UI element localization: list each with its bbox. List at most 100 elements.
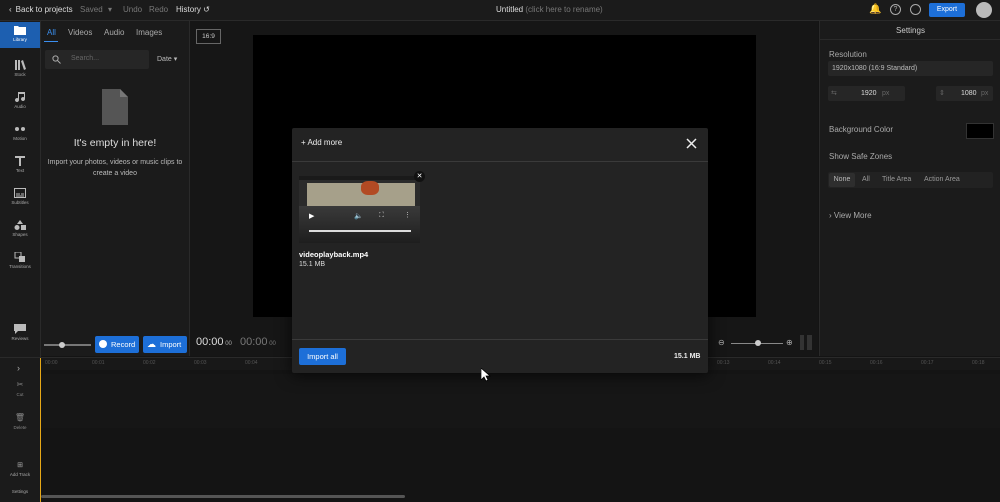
tick-label: 00:04 [245,360,258,366]
video-thumbnail[interactable]: ▶ 🔈 ⛶ ⋮ [299,176,420,243]
add-track-icon: ⊞ [17,462,23,469]
chevron-left-icon: ‹ [9,5,12,14]
fullscreen-icon[interactable]: ⛶ [379,212,384,220]
nav-shapes[interactable]: Shapes [0,217,40,243]
safe-zones-toggle: None All Title Area Action Area [828,172,993,188]
aspect-ratio-button[interactable]: 16:9 [196,29,221,44]
tab-images[interactable]: Images [136,28,162,37]
top-bar: ‹ Back to projects Saved ▾ Undo Redo Hist… [0,0,1000,21]
back-to-projects-link[interactable]: ‹ Back to projects [9,5,73,14]
tab-audio[interactable]: Audio [104,28,124,37]
timeline-zoom-handle[interactable] [755,340,761,346]
search-placeholder: Search... [71,55,100,62]
nav-motion[interactable]: Motion [0,121,40,147]
nav-audio[interactable]: Audio [0,89,40,115]
language-globe-icon[interactable] [910,4,921,15]
current-time: 00:00 00 [196,336,232,348]
scissors-icon: ✂ [16,380,24,389]
nav-transitions[interactable]: Transitions [0,249,40,275]
tab-all[interactable]: All [47,28,56,37]
tab-videos[interactable]: Videos [68,28,92,37]
tick-label: 00:13 [717,360,730,366]
chevron-down-icon: ▾ [173,56,178,63]
tick-label: 00:16 [870,360,883,366]
resolution-select[interactable]: 1920x1080 (16:9 Standard) [828,61,993,76]
width-input[interactable]: ⇆ 1920 px [828,86,905,101]
music-icon [15,92,26,102]
tick-label: 00:17 [921,360,934,366]
divider [820,39,1000,40]
close-icon[interactable] [686,138,697,149]
history-button[interactable]: History ↺ [176,5,210,14]
export-button[interactable]: Export [929,3,965,17]
subtitles-icon [14,188,26,198]
plus-icon: + [301,138,306,147]
more-vertical-icon[interactable]: ⋮ [404,211,411,219]
timeline-settings-button[interactable]: Settings [0,489,40,494]
thumbnail-progress-bar [309,230,411,232]
reviews-icon [14,324,26,334]
zoom-in-icon[interactable]: ⊕ [786,338,793,347]
playhead[interactable] [40,358,41,502]
cut-button[interactable]: ✂ Cut [0,380,40,398]
redo-button[interactable]: Redo [149,5,168,14]
transitions-icon [14,252,25,262]
add-more-button[interactable]: + Add more [301,138,342,147]
saved-dropdown-icon[interactable]: ▾ [108,5,112,14]
timeline-zoom-slider[interactable] [731,340,783,346]
import-all-button[interactable]: Import all [299,348,346,365]
view-more-toggle[interactable]: › View More [829,211,872,220]
zoom-slider[interactable] [44,342,91,348]
volume-icon[interactable]: 🔈 [354,212,363,220]
empty-file-icon [102,89,128,125]
fit-icon[interactable] [800,335,804,350]
folder-icon [14,26,26,35]
sort-dropdown[interactable]: Date ▾ [157,55,177,63]
avatar[interactable] [976,2,992,18]
record-button[interactable]: Record [95,336,139,353]
background-color-label: Background Color [829,125,894,134]
nav-stock[interactable]: Stock [0,57,40,83]
safe-zone-all[interactable]: All [862,173,870,187]
safe-zones-label: Show Safe Zones [829,152,893,161]
nav-library[interactable]: Library [0,22,40,48]
timeline-toolbar: › ✂ Cut 🗑 Delete ⊞ Add Track Settings [0,358,41,502]
safe-zone-title-area[interactable]: Title Area [882,173,911,187]
library-panel: All Videos Audio Images Search... Date ▾… [41,21,190,356]
add-track-button[interactable]: ⊞ Add Track [0,461,40,478]
height-input[interactable]: ⇕ 1080 px [936,86,993,101]
safe-zone-action-area[interactable]: Action Area [924,173,960,187]
fit-icon-right[interactable] [807,335,812,350]
safe-zone-none[interactable]: None [829,173,855,187]
saved-status: Saved [80,5,103,14]
bell-icon[interactable]: 🔔 [869,4,881,15]
help-icon[interactable]: ? [890,4,901,15]
search-input[interactable]: Search... [45,50,149,69]
timeline: › ✂ Cut 🗑 Delete ⊞ Add Track Settings 00… [0,357,1000,502]
delete-button[interactable]: 🗑 Delete [0,413,40,431]
search-icon [52,55,61,64]
zoom-slider-handle[interactable] [59,342,65,348]
history-icon: ↺ [203,5,210,14]
zoom-out-icon[interactable]: ⊖ [718,338,725,347]
nav-text[interactable]: Text [0,153,40,179]
total-size: 15.1 MB [674,353,701,360]
timeline-scrollbar[interactable] [41,495,405,498]
remove-file-icon[interactable]: ✕ [414,171,425,182]
total-time: 00:00 00 [240,336,276,348]
tick-label: 00:02 [143,360,156,366]
background-color-swatch[interactable] [966,123,994,139]
record-icon [99,340,107,348]
shapes-icon [14,220,26,230]
nav-reviews[interactable]: Reviews [0,321,40,347]
timeline-track[interactable] [41,374,1000,428]
import-button[interactable]: ☁ Import [143,336,187,353]
expand-chevron-icon[interactable]: › [17,363,20,373]
stock-icon [15,60,26,70]
file-size: 15.1 MB [299,261,326,268]
project-title[interactable]: Untitled (click here to rename) [496,5,603,14]
undo-button[interactable]: Undo [123,5,142,14]
play-icon[interactable]: ▶ [309,212,314,220]
text-icon [15,156,25,166]
nav-subtitles[interactable]: Subtitles [0,185,40,211]
